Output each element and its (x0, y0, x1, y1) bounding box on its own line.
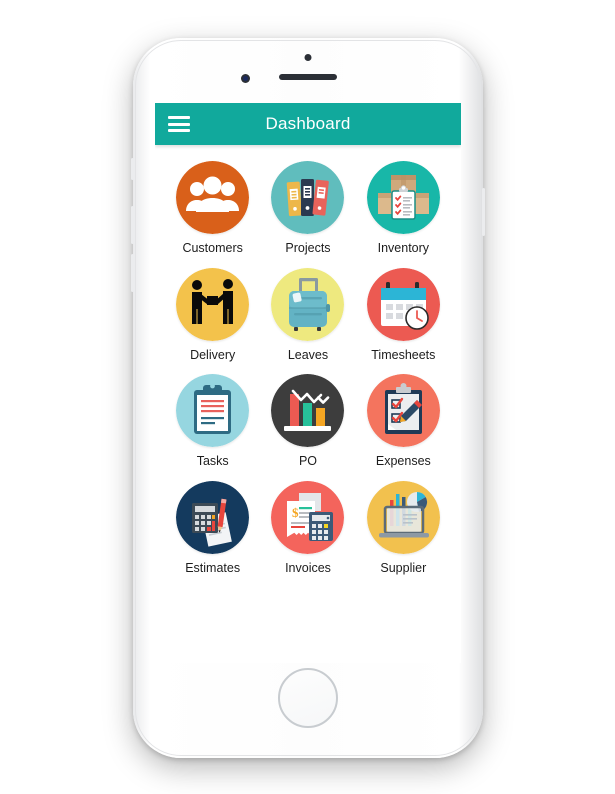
bar-chart-decline-icon (271, 374, 345, 447)
invoice-calculator-icon: $ (271, 480, 345, 554)
home-button[interactable] (278, 668, 338, 728)
tile-customers[interactable]: Customers (165, 161, 260, 255)
hamburger-line-3 (168, 129, 190, 132)
page-title: Dashboard (265, 114, 351, 133)
tile-timesheets[interactable]: Timesheets (356, 267, 451, 362)
tile-label: Tasks (196, 454, 229, 468)
tile-label: Timesheets (371, 347, 436, 362)
tile-invoices[interactable]: $ Invoices (260, 480, 355, 575)
clipboard-checklist-icon (176, 374, 250, 447)
binders-folders-icon (271, 161, 345, 234)
customers-group-icon (176, 161, 250, 234)
phone-device-frame: Dashboard Customers Projects Inventory D… (131, 38, 485, 758)
tile-supplier[interactable]: Supplier (356, 480, 451, 575)
package-handoff-icon (176, 267, 250, 341)
tile-expenses[interactable]: Expenses (356, 374, 451, 468)
tile-delivery[interactable]: Delivery (165, 267, 260, 362)
svg-text:$: $ (292, 505, 299, 520)
proximity-sensor-icon (304, 54, 312, 61)
tile-projects[interactable]: Projects (260, 161, 355, 255)
screenshot-canvas: Dashboard Customers Projects Inventory D… (0, 0, 615, 794)
dashboard-icon-grid: Customers Projects Inventory Delivery Le… (155, 145, 461, 574)
volume-up-button[interactable] (131, 206, 134, 244)
earpiece-speaker (279, 74, 337, 80)
boxes-clipboard-icon (366, 161, 440, 234)
tile-label: Delivery (190, 347, 236, 362)
power-button[interactable] (482, 188, 485, 236)
tile-label: Inventory (377, 241, 430, 255)
tile-inventory[interactable]: Inventory (356, 161, 451, 255)
tile-label: Supplier (380, 560, 427, 575)
front-camera-icon (241, 74, 250, 83)
laptop-analytics-icon (366, 480, 440, 554)
hamburger-menu-icon[interactable] (168, 116, 190, 132)
hamburger-line-1 (168, 116, 190, 119)
tile-label: PO (298, 454, 318, 468)
tile-label: Estimates (185, 560, 241, 575)
tile-po[interactable]: PO (260, 374, 355, 468)
phone-screen: Dashboard Customers Projects Inventory D… (155, 103, 461, 663)
volume-down-button[interactable] (131, 254, 134, 292)
calendar-clock-icon (366, 267, 440, 341)
silent-switch[interactable] (131, 158, 134, 180)
tile-leaves[interactable]: Leaves (260, 267, 355, 362)
tile-label: Customers (182, 241, 243, 255)
tile-label: Projects (285, 241, 331, 255)
calculator-documents-icon (176, 480, 250, 554)
tile-label: Invoices (285, 560, 331, 575)
hamburger-line-2 (168, 122, 190, 126)
tile-tasks[interactable]: Tasks (165, 374, 260, 468)
suitcase-luggage-icon (271, 267, 345, 341)
checklist-pencil-icon (366, 374, 440, 447)
app-header-bar: Dashboard (155, 103, 461, 145)
tile-estimates[interactable]: Estimates (165, 480, 260, 575)
tile-label: Expenses (375, 454, 431, 468)
tile-label: Leaves (287, 347, 329, 362)
